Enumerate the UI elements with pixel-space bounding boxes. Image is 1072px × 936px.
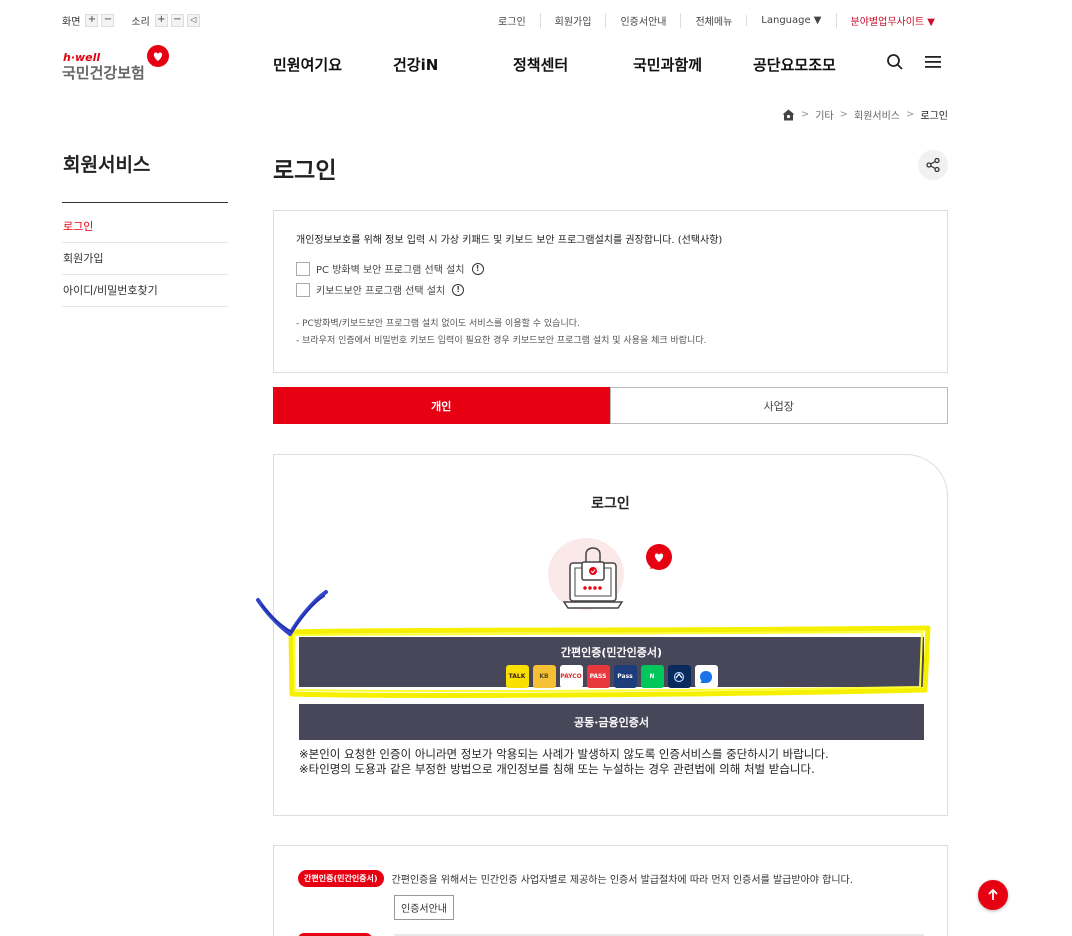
- scroll-top-button[interactable]: [978, 880, 1008, 910]
- provider-icon-5[interactable]: N: [640, 665, 664, 688]
- language-select[interactable]: Language ▼: [746, 14, 835, 26]
- nav-item-together[interactable]: 국민과함께: [633, 54, 753, 75]
- signup-link[interactable]: 회원가입: [539, 12, 606, 28]
- sidebar-item-signup[interactable]: 회원가입: [62, 243, 228, 275]
- sound-control: 소리 + − ◁: [131, 13, 202, 28]
- info-text: 간편인증을 위해서는 민간인증 사업자별로 제공하는 인증서 발급절차에 따라 …: [391, 875, 853, 886]
- page-title: 로그인: [273, 158, 337, 184]
- firewall-checkbox[interactable]: [296, 261, 310, 276]
- login-card-title: 로그인: [591, 496, 630, 512]
- info-icon[interactable]: !: [471, 262, 484, 275]
- notice-lead-text: 개인정보보호를 위해 정보 입력 시 가상 키패드 및 키보드 보안 프로그램설…: [296, 235, 723, 246]
- logo-heart-icon: [147, 45, 169, 67]
- notice-bullets: - PC방화벽/키보드보안 프로그램 설치 없이도 서비스를 이용할 수 있습니…: [296, 316, 925, 350]
- breadcrumb-current: 로그인: [920, 111, 948, 122]
- security-notice-box: 개인정보보호를 위해 정보 입력 시 가상 키패드 및 키보드 보안 프로그램설…: [273, 210, 948, 373]
- cert-info-box: 간편인증(민간인증서) 간편인증을 위해서는 민간인증 사업자별로 제공하는 인…: [273, 845, 948, 936]
- breadcrumb-separator: >: [839, 109, 848, 120]
- search-icon[interactable]: [886, 53, 904, 71]
- related-sites-select[interactable]: 분야별업무사이트 ▼: [835, 12, 949, 28]
- sidebar-item-find-account[interactable]: 아이디/비밀번호찾기: [62, 275, 228, 307]
- login-link[interactable]: 로그인: [484, 13, 540, 28]
- nhis-logo[interactable]: h·well 국민건강보험: [62, 44, 177, 84]
- warning-text: ※타인명의 도용과 같은 부정한 방법으로 개인정보를 침해 또는 누설하는 경…: [299, 762, 815, 776]
- warning-text: ※본인이 요청한 인증이 아니라면 정보가 악용되는 사례가 발생하지 않도록 …: [299, 747, 829, 761]
- joint-cert-button[interactable]: 공동·금융인증서: [299, 704, 924, 740]
- provider-icon-2[interactable]: PAYCO: [559, 665, 583, 688]
- provider-icon-0[interactable]: TALK: [505, 665, 529, 688]
- sidebar-title: 회원서비스: [63, 154, 151, 176]
- volume-down-button[interactable]: −: [170, 13, 184, 27]
- zoom-out-button[interactable]: −: [101, 13, 115, 27]
- sidebar-item-login[interactable]: 로그인: [62, 211, 228, 243]
- speaker-icon[interactable]: ◁: [186, 13, 200, 27]
- laptop-lock-icon: [548, 538, 672, 610]
- provider-icon-7[interactable]: [694, 665, 718, 688]
- login-type-tabs: 개인 사업장: [273, 387, 948, 424]
- provider-icon-1[interactable]: KB: [532, 665, 556, 688]
- notice-bullet: - 브라우저 인증에서 비밀번호 키보드 입력이 필요한 경우 키보드보안 프로…: [296, 336, 707, 346]
- sidebar-menu: 로그인 회원가입 아이디/비밀번호찾기: [62, 211, 228, 307]
- logo-name-text: 국민건강보험: [62, 64, 145, 82]
- breadcrumb-separator: >: [906, 109, 915, 120]
- zoom-in-button[interactable]: +: [85, 13, 99, 27]
- home-icon[interactable]: [782, 109, 795, 121]
- firewall-checkbox-row: PC 방화벽 보안 프로그램 선택 설치 !: [296, 258, 925, 279]
- nav-item-civil[interactable]: 민원여기요: [273, 54, 393, 75]
- info-row: 간편인증(민간인증서) 간편인증을 위해서는 민간인증 사업자별로 제공하는 인…: [298, 870, 853, 887]
- screen-size-label: 화면: [62, 16, 81, 28]
- menu-icon[interactable]: [925, 55, 941, 69]
- keyboard-checkbox-label: 키보드보안 프로그램 선택 설치: [316, 286, 446, 297]
- tab-business[interactable]: 사업장: [609, 387, 948, 424]
- tab-personal[interactable]: 개인: [273, 387, 610, 424]
- notice-bullet: - PC방화벽/키보드보안 프로그램 설치 없이도 서비스를 이용할 수 있습니…: [296, 319, 580, 329]
- volume-up-button[interactable]: +: [154, 13, 168, 27]
- easy-auth-button[interactable]: 간편인증(민간인증서) TALK KB PAYCO PASS Pass N: [299, 637, 924, 688]
- easy-auth-providers: TALK KB PAYCO PASS Pass N: [299, 665, 924, 688]
- cert-guide-link[interactable]: 인증서안내: [605, 12, 680, 28]
- keyboard-security-checkbox[interactable]: [296, 282, 310, 297]
- breadcrumb: > 기타 > 회원서비스 > 로그인: [782, 107, 948, 122]
- sidebar-divider: [62, 202, 228, 203]
- firewall-checkbox-label: PC 방화벽 보안 프로그램 선택 설치: [316, 265, 465, 276]
- cert-guide-button[interactable]: 인증서안내: [394, 895, 454, 920]
- nav-item-health[interactable]: 건강iN: [393, 54, 513, 75]
- screen-size-control: 화면 + −: [62, 13, 117, 28]
- utility-links: 로그인 회원가입 인증서안내 전체메뉴 Language ▼ 분야별업무사이트 …: [484, 10, 949, 30]
- nav-item-policy[interactable]: 정책센터: [513, 54, 633, 75]
- breadcrumb-separator: >: [800, 109, 810, 120]
- all-menu-link[interactable]: 전체메뉴: [680, 12, 746, 28]
- provider-icon-6[interactable]: [667, 665, 691, 688]
- login-card: 로그인 간편인증(민간인증서) TALK KB PAYCO PASS Pass N 공동·…: [273, 454, 948, 816]
- arrow-up-icon: [988, 889, 998, 900]
- share-icon: [926, 158, 940, 172]
- info-icon[interactable]: !: [452, 283, 465, 296]
- breadcrumb-item-member[interactable]: 회원서비스: [854, 107, 900, 122]
- breadcrumb-item-etc[interactable]: 기타: [815, 107, 833, 122]
- easy-auth-label: 간편인증(민간인증서): [560, 646, 663, 659]
- share-button[interactable]: [918, 150, 948, 180]
- keyboard-checkbox-row: 키보드보안 프로그램 선택 설치 !: [296, 279, 925, 300]
- easy-auth-tag: 간편인증(민간인증서): [298, 870, 384, 887]
- provider-icon-4[interactable]: Pass: [613, 665, 637, 688]
- sound-label: 소리: [131, 16, 150, 28]
- provider-icon-3[interactable]: PASS: [586, 665, 610, 688]
- nav-item-about[interactable]: 공단요모조모: [753, 54, 873, 75]
- main-navigation: 민원여기요 건강iN 정책센터 국민과함께 공단요모조모: [273, 54, 873, 75]
- login-warnings: ※본인이 요청한 인증이 아니라면 정보가 악용되는 사례가 발생하지 않도록 …: [299, 747, 829, 777]
